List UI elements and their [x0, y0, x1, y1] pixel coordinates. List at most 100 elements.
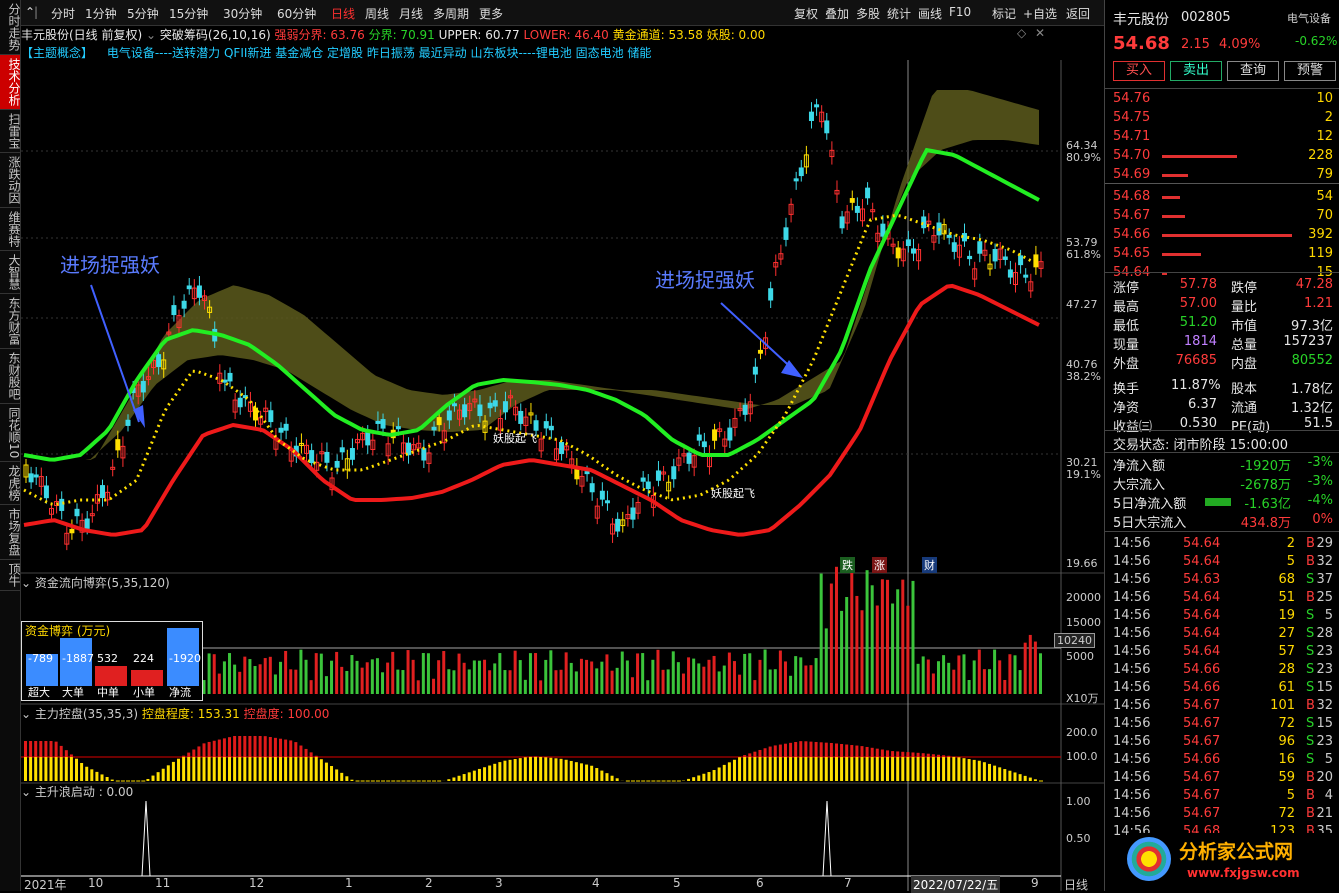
volume-bar: [1013, 655, 1016, 694]
volume-bar: [310, 680, 313, 694]
sector-name[interactable]: 电气设备: [1287, 10, 1331, 26]
candle-body: [672, 467, 676, 479]
control-bar-yellow: [65, 757, 68, 781]
x-axis-label: 6: [756, 876, 764, 890]
period-tab[interactable]: 30分钟: [223, 5, 262, 22]
order-price[interactable]: 54.71: [1113, 129, 1150, 144]
order-price[interactable]: 54.70: [1113, 148, 1150, 163]
sidebar-item[interactable]: 维赛特: [0, 208, 20, 251]
toolbar-button[interactable]: 画线: [918, 5, 942, 22]
candle-body: [1024, 275, 1028, 277]
query-button[interactable]: 查询: [1227, 61, 1279, 81]
volume-bar: [733, 661, 736, 694]
event-cai-badge[interactable]: 财: [922, 557, 937, 573]
panel-toggle-icon[interactable]: ⌄: [21, 785, 35, 799]
candle-body: [585, 472, 589, 474]
period-tab[interactable]: 月线: [399, 5, 423, 22]
volume-bar: [911, 581, 914, 694]
control-bar-yellow: [447, 779, 450, 781]
volume-bar: [866, 570, 869, 694]
buy-button[interactable]: 买入: [1113, 61, 1165, 81]
diamond-icon[interactable]: ◇: [1017, 26, 1026, 40]
toolbar-button[interactable]: 标记: [992, 5, 1016, 22]
order-price[interactable]: 54.65: [1113, 246, 1150, 261]
period-tab[interactable]: 更多: [479, 5, 503, 22]
sidebar-item[interactable]: 市场复盘: [0, 505, 20, 560]
period-tab[interactable]: 周线: [365, 5, 389, 22]
x-axis-label: 1: [345, 876, 353, 890]
order-price[interactable]: 54.69: [1113, 167, 1150, 182]
stat-value: 51.5: [1281, 416, 1333, 431]
candle-body: [600, 491, 604, 499]
control-bar-yellow: [794, 757, 797, 781]
period-tab[interactable]: 多周期: [433, 5, 469, 22]
volume-bar: [738, 675, 741, 694]
candle-body: [815, 105, 819, 107]
control-bar-yellow: [784, 757, 787, 781]
toolbar-button[interactable]: 多股: [856, 5, 880, 22]
order-price[interactable]: 54.68: [1113, 189, 1150, 204]
volume-bar: [493, 663, 496, 694]
sidebar-item[interactable]: 顶牛: [0, 560, 20, 591]
sidebar-item[interactable]: 大智慧: [0, 251, 20, 294]
indicator-toggle-icon[interactable]: ⌄: [146, 28, 160, 42]
toolbar-button[interactable]: 复权: [794, 5, 818, 22]
event-die-badge[interactable]: 跌: [840, 557, 855, 573]
stat-value: 47.28: [1281, 277, 1333, 292]
panel3-control: 控盘度: 100.00: [244, 707, 330, 721]
control-bar-red: [881, 750, 884, 757]
toolbar-button[interactable]: 返回: [1066, 5, 1090, 22]
control-bar-yellow: [917, 757, 920, 781]
tick-direction: S: [1306, 734, 1314, 749]
sidebar-item[interactable]: 东财股吧: [0, 349, 20, 404]
order-price[interactable]: 54.76: [1113, 91, 1150, 106]
control-bar-yellow: [580, 763, 583, 781]
tick-price: 54.66: [1183, 662, 1220, 677]
control-bar-yellow: [498, 762, 501, 781]
toolbar-button[interactable]: +自选: [1023, 5, 1057, 22]
sidebar-item[interactable]: 龙虎榜: [0, 462, 20, 505]
panel-toggle-icon[interactable]: ⌄: [21, 707, 35, 721]
toolbar-button[interactable]: 统计: [887, 5, 911, 22]
period-tab[interactable]: 分时: [51, 5, 75, 22]
period-tab[interactable]: 日线: [331, 5, 355, 22]
sidebar-item[interactable]: 扫雷宝: [0, 110, 20, 153]
candle-body: [560, 443, 564, 454]
toolbar-button[interactable]: 叠加: [825, 5, 849, 22]
panel3-title: 主力控盘(35,35,3): [35, 707, 138, 721]
order-price[interactable]: 54.75: [1113, 110, 1150, 125]
sell-button[interactable]: 卖出: [1170, 61, 1222, 81]
volume-bar: [529, 653, 532, 694]
control-bar-yellow: [906, 757, 909, 781]
sidebar-item[interactable]: 东方财富: [0, 294, 20, 349]
order-price[interactable]: 54.67: [1113, 208, 1150, 223]
order-qty: 79: [1316, 167, 1333, 182]
event-zhang-badge[interactable]: 涨: [872, 557, 887, 573]
candle-body: [254, 408, 258, 420]
control-bar-yellow: [733, 760, 736, 781]
period-tab[interactable]: 60分钟: [277, 5, 316, 22]
control-bar-yellow: [162, 769, 165, 781]
sidebar-item[interactable]: 技术分析: [0, 55, 20, 110]
period-tab[interactable]: 15分钟: [169, 5, 208, 22]
control-bar-red: [70, 754, 73, 757]
order-price[interactable]: 54.66: [1113, 227, 1150, 242]
panel-toggle-icon[interactable]: ⌄: [21, 576, 35, 590]
alert-button[interactable]: 预警: [1284, 61, 1336, 81]
candle-body: [605, 501, 609, 503]
period-tab[interactable]: 5分钟: [127, 5, 159, 22]
sidebar-item[interactable]: 分时走势: [0, 0, 20, 55]
toolbar-button[interactable]: F10: [949, 5, 971, 19]
control-bar-red: [259, 736, 262, 757]
volume-bar: [825, 628, 828, 694]
candle-body: [228, 373, 232, 381]
volume-bar: [432, 679, 435, 694]
control-bar-yellow: [901, 757, 904, 781]
sidebar-item[interactable]: 同花顺10: [0, 404, 20, 462]
close-icon[interactable]: ✕: [1035, 26, 1045, 40]
indicator-name[interactable]: 突破筹码(26,10,16): [160, 28, 271, 42]
period-tab[interactable]: 1分钟: [85, 5, 117, 22]
chart-canvas[interactable]: [21, 60, 1104, 891]
sidebar-item[interactable]: 涨跌动因: [0, 153, 20, 208]
control-bar-yellow: [269, 757, 272, 781]
